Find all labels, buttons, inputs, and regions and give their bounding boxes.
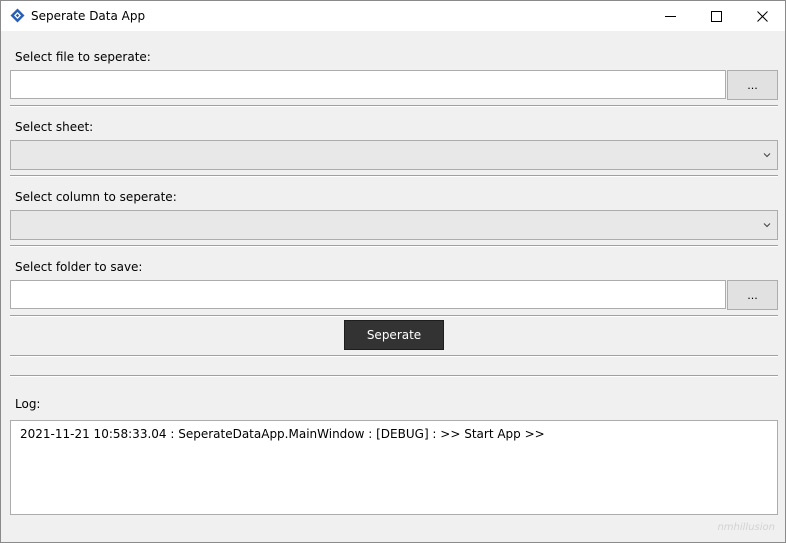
close-button[interactable] — [739, 1, 785, 31]
divider — [10, 355, 778, 357]
folder-path-input[interactable] — [10, 280, 726, 309]
divider — [10, 105, 778, 107]
main-window: Seperate Data App Select file to seperat… — [0, 0, 786, 543]
maximize-icon — [710, 10, 722, 22]
column-label: Select column to seperate: — [15, 190, 177, 204]
file-label: Select file to seperate: — [15, 50, 151, 64]
file-path-input[interactable] — [10, 70, 726, 99]
log-output[interactable]: 2021-11-21 10:58:33.04 : SeperateDataApp… — [10, 420, 778, 515]
sheet-label: Select sheet: — [15, 120, 94, 134]
minimize-icon — [664, 15, 676, 17]
minimize-button[interactable] — [647, 1, 693, 31]
chevron-down-icon — [763, 223, 771, 228]
window-title: Seperate Data App — [31, 9, 146, 23]
divider — [10, 245, 778, 247]
diamond-app-icon — [10, 8, 25, 23]
divider — [10, 315, 778, 317]
folder-label: Select folder to save: — [15, 260, 143, 274]
watermark: nmhillusion — [717, 522, 775, 533]
chevron-down-icon — [763, 153, 771, 158]
close-icon — [756, 10, 768, 22]
maximize-button[interactable] — [693, 1, 739, 31]
log-label: Log: — [15, 397, 41, 411]
sheet-select[interactable] — [10, 140, 778, 170]
divider — [10, 375, 778, 377]
title-bar[interactable]: Seperate Data App — [1, 1, 785, 31]
browse-folder-button[interactable]: ... — [727, 280, 778, 310]
browse-file-button[interactable]: ... — [727, 70, 778, 100]
divider — [10, 175, 778, 177]
column-select[interactable] — [10, 210, 778, 240]
log-line: 2021-11-21 10:58:33.04 : SeperateDataApp… — [20, 427, 545, 441]
seperate-button[interactable]: Seperate — [344, 320, 444, 350]
